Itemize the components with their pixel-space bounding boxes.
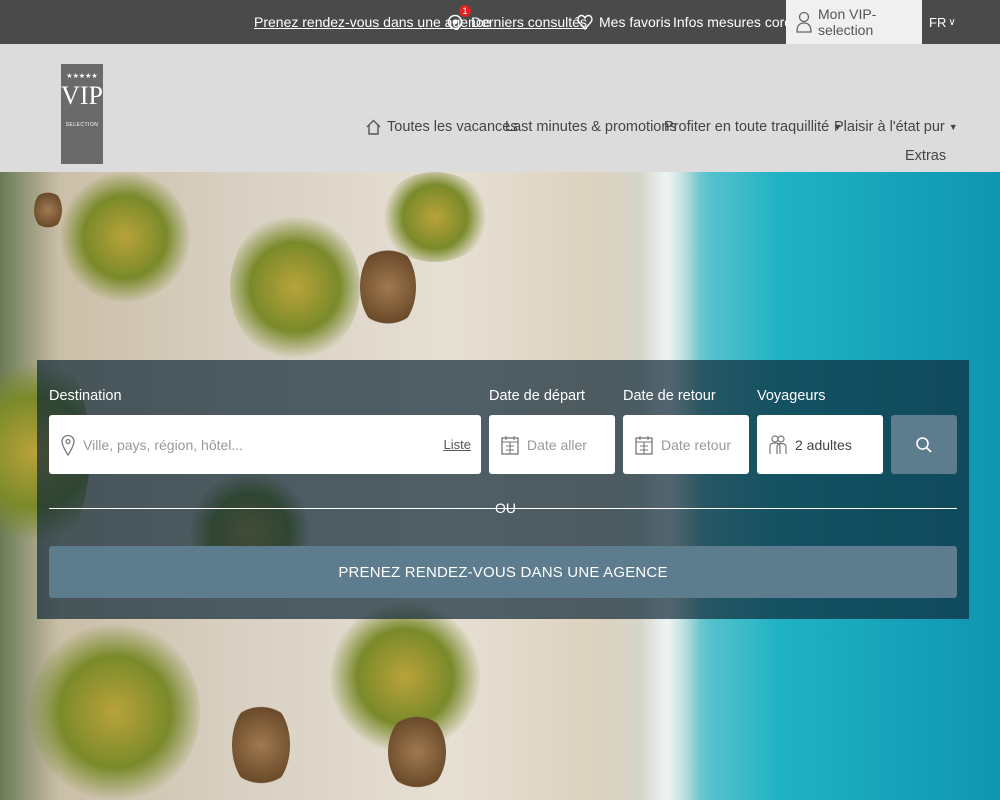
language-selector[interactable]: FR ∨ xyxy=(929,0,956,44)
nav-label: Toutes les vacances xyxy=(387,119,518,135)
heart-icon xyxy=(577,13,593,31)
search-icon xyxy=(915,436,933,454)
travelers-icon xyxy=(769,434,787,456)
vip-account-label: Mon VIP-selection xyxy=(818,6,877,38)
hero-palm xyxy=(60,172,190,302)
return-placeholder: Date retour xyxy=(661,436,732,453)
destination-list-link[interactable]: Liste xyxy=(444,437,471,452)
calendar-icon xyxy=(501,435,519,455)
recently-viewed-label: Derniers consultés xyxy=(471,14,587,30)
nav-label: Plaisir à l'état pur xyxy=(834,119,945,135)
logo-text: VIP xyxy=(61,81,103,110)
search-button[interactable] xyxy=(891,415,957,474)
travelers-value: 2 adultes xyxy=(795,436,852,453)
vip-selection-logo[interactable]: ★★★★★ VIP SELECTION xyxy=(61,64,103,164)
departure-placeholder: Date aller xyxy=(527,436,587,453)
departure-date-field[interactable]: Date aller xyxy=(489,415,615,474)
hero-palm xyxy=(230,212,360,362)
nav-item-extras[interactable]: Extras xyxy=(905,148,946,164)
hero-umbrella xyxy=(34,190,62,230)
main-header: ★★★★★ VIP SELECTION Toutes les vacances … xyxy=(0,44,1000,172)
hero-umbrella xyxy=(232,700,290,790)
destination-field[interactable]: Ville, pays, région, hôtel... Liste xyxy=(49,415,481,474)
eye-icon: 1 xyxy=(447,5,471,30)
hero-umbrella xyxy=(388,712,446,792)
recently-viewed-link[interactable]: 1 Derniers consultés xyxy=(447,0,587,44)
nav-item-pure-pleasure[interactable]: Plaisir à l'état pur ▼ xyxy=(834,114,958,140)
chevron-down-icon: ∨ xyxy=(948,16,956,28)
recently-viewed-badge: 1 xyxy=(459,5,471,17)
nav-label: Last minutes & promotions xyxy=(505,119,677,135)
or-text: OU xyxy=(495,500,516,516)
departure-label: Date de départ xyxy=(489,388,585,404)
travelers-label: Voyageurs xyxy=(757,388,826,404)
hero-umbrella xyxy=(360,244,416,330)
return-label: Date de retour xyxy=(623,388,716,404)
nav-item-last-minutes[interactable]: Last minutes & promotions xyxy=(505,114,677,140)
map-pin-icon xyxy=(61,434,75,456)
nav-label: Profiter en toute traquillité xyxy=(664,119,830,135)
destination-label: Destination xyxy=(49,388,122,404)
hero-banner: Destination Ville, pays, région, hôtel..… xyxy=(0,172,1000,800)
nav-item-peace-of-mind[interactable]: Profiter en toute traquillité ▼ xyxy=(664,114,842,140)
caret-down-icon: ▼ xyxy=(948,122,958,132)
travelers-field[interactable]: 2 adultes xyxy=(757,415,883,474)
favorites-label: Mes favoris xyxy=(599,14,671,30)
return-date-field[interactable]: Date retour xyxy=(623,415,749,474)
hero-palm xyxy=(30,622,200,800)
agency-appointment-button[interactable]: PRENEZ RENDEZ-VOUS DANS UNE AGENCE xyxy=(49,546,957,598)
favorites-link[interactable]: Mes favoris xyxy=(577,0,671,44)
user-icon xyxy=(796,11,812,33)
nav-item-all-holidays[interactable]: Toutes les vacances xyxy=(366,114,518,140)
logo-subtext: SELECTION xyxy=(65,122,99,128)
calendar-icon xyxy=(635,435,653,455)
destination-placeholder: Ville, pays, région, hôtel... xyxy=(83,436,244,453)
home-icon xyxy=(366,119,381,135)
vip-account-link[interactable]: Mon VIP-selection xyxy=(786,0,922,44)
logo-stars: ★★★★★ xyxy=(66,73,98,80)
search-panel: Destination Ville, pays, région, hôtel..… xyxy=(37,360,969,619)
language-label: FR xyxy=(929,14,947,30)
top-bar: Prenez rendez-vous dans une agence 1 Der… xyxy=(0,0,1000,44)
